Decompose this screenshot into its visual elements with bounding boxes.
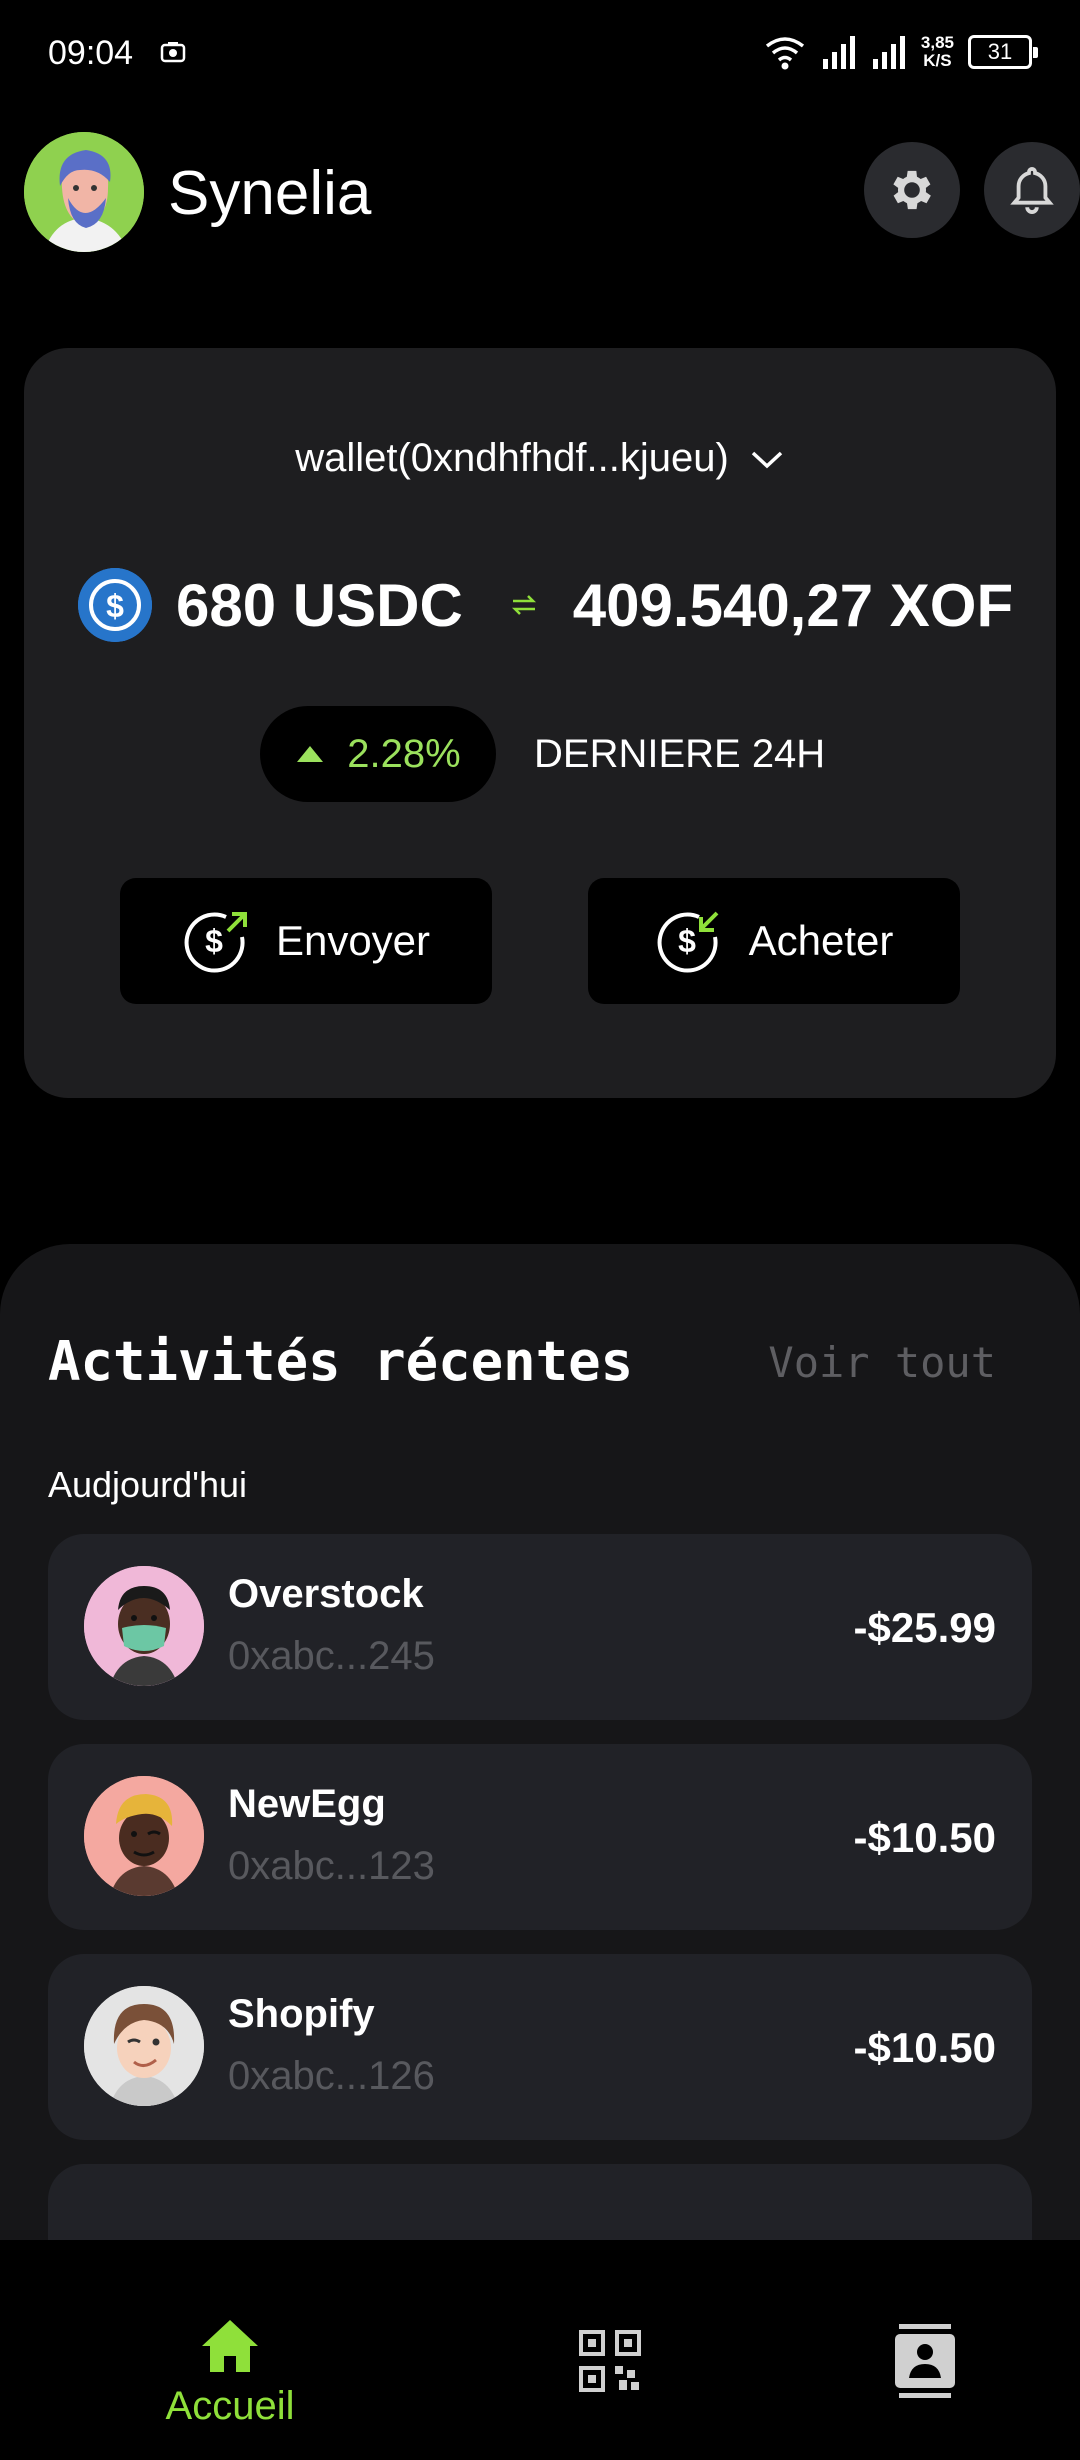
transaction-amount: -$25.99 — [853, 1604, 996, 1651]
merchant-avatar — [84, 1566, 204, 1686]
usdc-icon: $ — [78, 568, 152, 642]
signal-icon — [822, 36, 855, 69]
network-speed-value: 3,85 — [920, 33, 954, 52]
merchant-name: Overstock — [228, 1572, 424, 1616]
send-money-icon: $ — [184, 912, 247, 973]
balance-row: $ 680 USDC 409.540,27 XOF — [78, 568, 1013, 642]
transaction-item-partial[interactable] — [48, 2164, 1032, 2244]
app-header: Synelia — [0, 130, 1080, 254]
network-speed: 3,85 K/S — [921, 34, 954, 70]
avatar-illustration — [84, 1776, 204, 1896]
merchant-name: Shopify — [228, 1992, 375, 2036]
transaction-amount: -$10.50 — [853, 1814, 996, 1861]
day-label: Audjourd'hui — [48, 1464, 248, 1505]
change-value: 2.28% — [347, 731, 461, 776]
merchant-avatar — [84, 1986, 204, 2106]
merchant-address: 0xabc...245 — [228, 1634, 435, 1678]
notifications-button[interactable] — [984, 142, 1080, 238]
activities-title: Activités récentes — [48, 1330, 634, 1393]
transaction-item[interactable]: Overstock 0xabc...245 -$25.99 — [48, 1534, 1032, 1720]
settings-button[interactable] — [864, 142, 960, 238]
contacts-icon — [895, 2324, 955, 2398]
chevron-down-icon — [751, 451, 782, 468]
qr-code-icon — [579, 2330, 641, 2392]
user-avatar-icon[interactable] — [24, 132, 144, 252]
username: Synelia — [168, 159, 372, 228]
transaction-item[interactable]: NewEgg 0xabc...123 -$10.50 — [48, 1744, 1032, 1930]
transaction-item[interactable]: Shopify 0xabc...126 -$10.50 — [48, 1954, 1032, 2140]
battery-indicator: 31 — [968, 35, 1038, 69]
send-label: Envoyer — [275, 917, 431, 964]
merchant-address: 0xabc...126 — [228, 2054, 435, 2098]
receive-money-icon: $ — [657, 911, 719, 973]
balance-xof: 409.540,27 XOF — [572, 571, 1014, 639]
nav-home[interactable]: Accueil — [130, 2240, 330, 2460]
transaction-amount: -$10.50 — [853, 2024, 996, 2071]
svg-text:$: $ — [106, 588, 124, 624]
merchant-avatar — [84, 1776, 204, 1896]
status-bar: 09:04 3,85 K/S 31 — [0, 0, 1080, 110]
bell-icon — [1010, 166, 1054, 214]
wallet-card: wallet(0xndhfhdf...kjueu) $ 680 USDC 409… — [24, 348, 1056, 1098]
buy-label: Acheter — [748, 917, 894, 964]
network-speed-unit: K/S — [923, 51, 952, 70]
gear-icon — [893, 170, 931, 210]
status-indicators: 3,85 K/S 31 — [763, 30, 1038, 74]
screenshot-icon — [160, 42, 186, 63]
change-badge: 2.28% — [260, 706, 496, 802]
svg-text:$: $ — [678, 923, 696, 959]
merchant-name: NewEgg — [228, 1782, 386, 1826]
usdc-logo: $ — [78, 568, 152, 642]
avatar-illustration — [84, 1986, 204, 2106]
signal-icon-2 — [872, 36, 905, 69]
avatar-illustration — [24, 132, 144, 252]
swap-icon — [511, 595, 536, 615]
send-button[interactable]: $ Envoyer — [120, 878, 492, 1004]
buy-button[interactable]: $ Acheter — [588, 878, 960, 1004]
nav-qr-scanner[interactable] — [560, 2240, 660, 2460]
merchant-address: 0xabc...123 — [228, 1844, 435, 1888]
triangle-up-icon — [297, 746, 324, 762]
recent-activities-panel: Activités récentes Voir tout Audjourd'hu… — [0, 1244, 1080, 2244]
see-all-link[interactable]: Voir tout — [768, 1338, 996, 1387]
change-period: DERNIERE 24H — [534, 731, 826, 776]
change-row: 2.28% DERNIERE 24H — [260, 706, 825, 802]
wallet-address: wallet(0xndhfhdf...kjueu) — [295, 436, 729, 480]
svg-text:$: $ — [205, 923, 223, 959]
bottom-navigation: Accueil — [0, 2240, 1080, 2460]
status-time: 09:04 — [48, 34, 134, 72]
nav-contacts[interactable] — [870, 2240, 980, 2460]
home-icon — [202, 2320, 258, 2372]
nav-home-label: Accueil — [165, 2384, 295, 2428]
wallet-selector[interactable]: wallet(0xndhfhdf...kjueu) — [24, 436, 1056, 481]
avatar-illustration — [84, 1566, 204, 1686]
balance-usdc: 680 USDC — [176, 571, 463, 639]
wifi-icon — [765, 37, 804, 70]
